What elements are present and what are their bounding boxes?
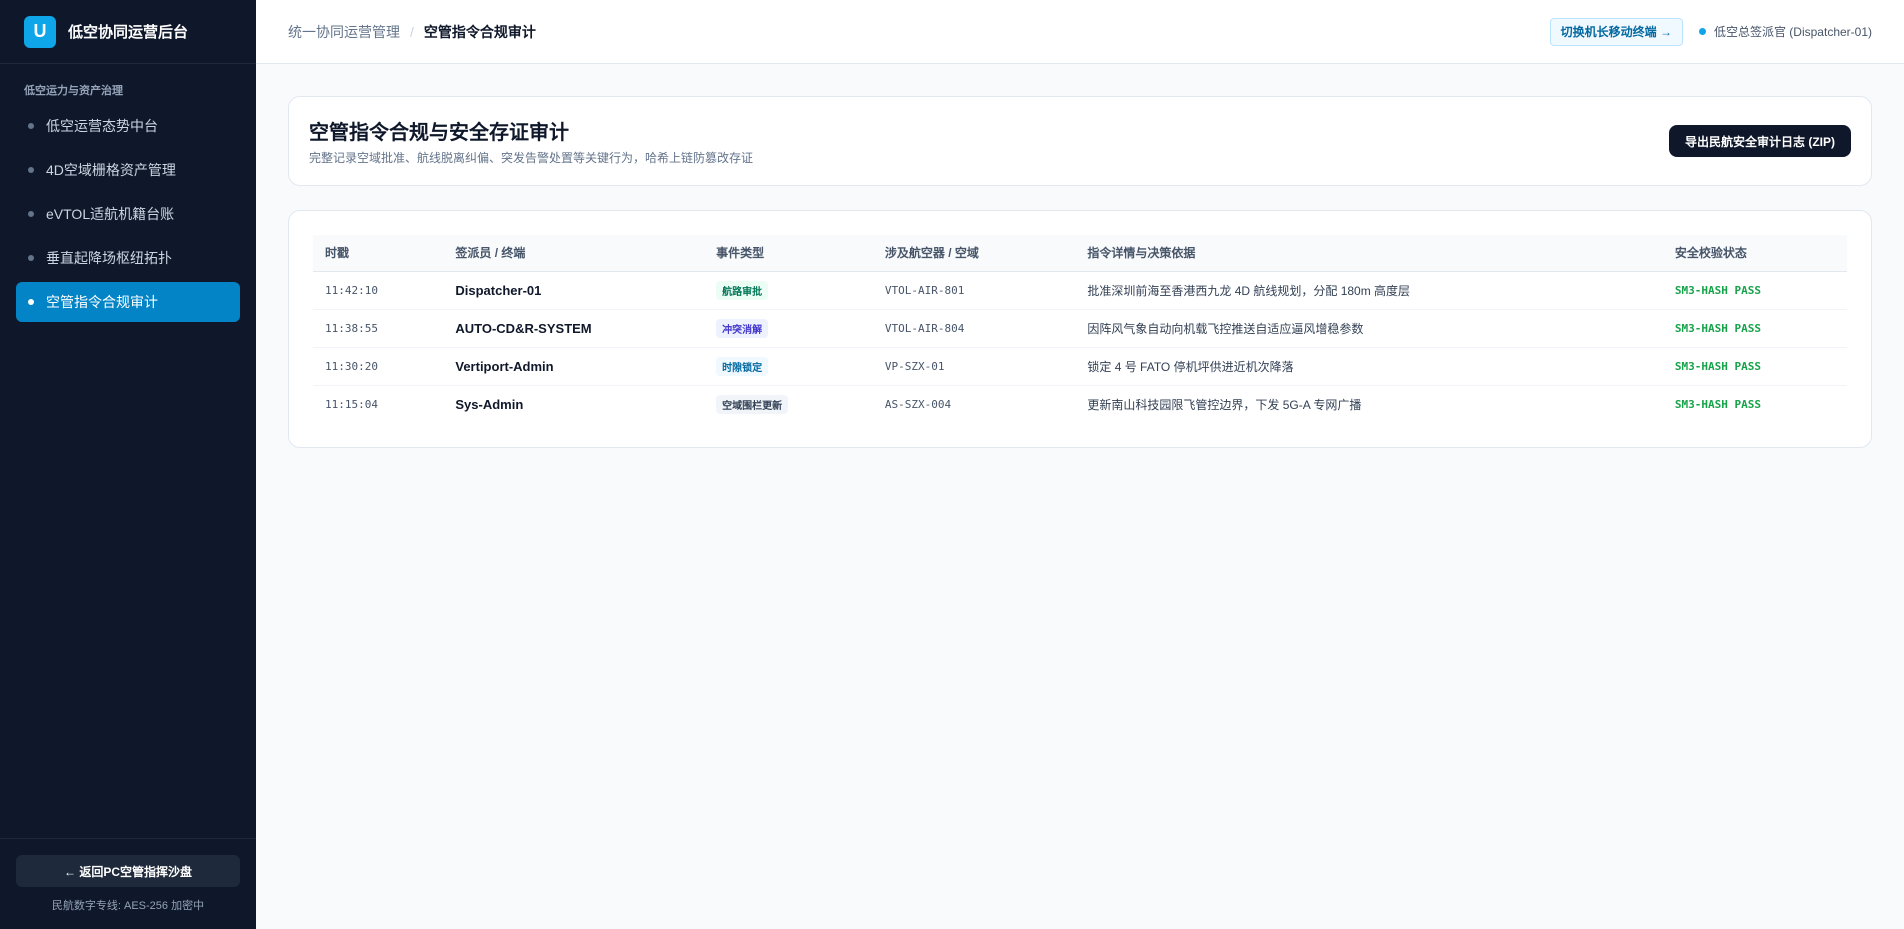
- cell-target: VP-SZX-01: [872, 347, 1076, 386]
- sidebar-item-label: 4D空域栅格资产管理: [46, 162, 176, 178]
- table-row[interactable]: 11:42:10 Dispatcher-01 航路审批 VTOL-AIR-801…: [313, 271, 1847, 310]
- encryption-note: 民航数字专线: AES-256 加密中: [51, 900, 205, 912]
- sidebar-item-vertiport-topology[interactable]: 垂直起降场枢纽拓扑: [16, 238, 240, 278]
- sidebar-item-evtol-registry[interactable]: eVTOL适航机籍台账: [16, 194, 240, 234]
- cell-status: SM3-HASH PASS: [1662, 309, 1847, 348]
- cell-detail: 更新南山科技园限飞管控边界，下发 5G-A 专网广播: [1087, 397, 1362, 412]
- sidebar-item-airspace-grid[interactable]: 4D空域栅格资产管理: [16, 150, 240, 190]
- cell-detail: 批准深圳前海至香港西九龙 4D 航线规划，分配 180m 高度层: [1075, 271, 1663, 310]
- table-row[interactable]: 11:15:04 Sys-Admin 空域围栏更新 AS-SZX-004 更新南…: [313, 385, 1847, 423]
- column-header-status: 安全校验状态: [1662, 235, 1847, 272]
- cell-event: 航路审批: [704, 271, 873, 310]
- column-header-time: 时戳: [313, 235, 444, 272]
- column-header-operator: 签派员 / 终端: [443, 235, 705, 272]
- page-header-text: 空管指令合规与安全存证审计 完整记录空域批准、航线脱离纠偏、突发告警处置等关键行…: [309, 116, 753, 166]
- bullet-icon: [28, 255, 34, 261]
- breadcrumb-separator: /: [410, 23, 414, 40]
- cell-detail: 因阵风气象自动向机载飞控推送自适应逼风增稳参数: [1075, 309, 1663, 348]
- table-row[interactable]: 11:30:20 Vertiport-Admin 时隙锁定 VP-SZX-01 …: [313, 347, 1847, 386]
- brand: U 低空协同运营后台: [0, 0, 256, 64]
- cell-time: 11:38:55: [313, 309, 444, 348]
- sidebar-item-label: eVTOL适航机籍台账: [46, 206, 175, 222]
- event-type-badge: 航路审批: [716, 280, 769, 300]
- cell-operator: Dispatcher-01: [443, 271, 705, 310]
- bullet-icon: [28, 211, 34, 217]
- brand-title: 低空协同运营后台: [68, 24, 189, 41]
- breadcrumb-current: 空管指令合规审计: [423, 23, 536, 40]
- topbar: 统一协同运营管理 / 空管指令合规审计 切换机长移动终端 → 低空总签派官 (D…: [256, 0, 1904, 64]
- page-title: 空管指令合规与安全存证审计: [309, 122, 569, 144]
- sidebar: U 低空协同运营后台 低空运力与资产治理 低空运营态势中台 4D空域栅格资产管理…: [0, 0, 256, 929]
- cell-detail: 锁定 4 号 FATO 停机坪供进近机次降落: [1075, 347, 1663, 386]
- page-subtitle: 完整记录空域批准、航线脱离纠偏、突发告警处置等关键行为，哈希上链防篡改存证: [309, 151, 754, 165]
- column-header-event-type: 事件类型: [704, 235, 873, 272]
- content: 空管指令合规与安全存证审计 完整记录空域批准、航线脱离纠偏、突发告警处置等关键行…: [256, 64, 1904, 480]
- sidebar-footer: ← 返回PC空管指挥沙盘 民航数字专线: AES-256 加密中: [0, 838, 256, 929]
- switch-mobile-terminal-button[interactable]: 切换机长移动终端 →: [1549, 17, 1683, 46]
- table-header-row: 时戳 签派员 / 终端 事件类型 涉及航空器 / 空域 指令详情与决策依据 安全…: [313, 235, 1847, 272]
- bullet-icon: [28, 123, 34, 129]
- column-header-target: 涉及航空器 / 空域: [872, 235, 1076, 272]
- page-header-card: 空管指令合规与安全存证审计 完整记录空域批准、航线脱离纠偏、突发告警处置等关键行…: [288, 96, 1872, 186]
- table-row[interactable]: 11:38:55 AUTO-CD&R-SYSTEM 冲突消解 VTOL-AIR-…: [313, 309, 1847, 348]
- cell-time: 11:30:20: [313, 347, 444, 386]
- cell-status: SM3-HASH PASS: [1662, 347, 1847, 386]
- cell-operator: Vertiport-Admin: [443, 347, 705, 386]
- sidebar-item-label: 垂直起降场枢纽拓扑: [46, 250, 172, 266]
- online-status-icon: [1698, 28, 1706, 35]
- bullet-icon: [28, 167, 34, 173]
- cell-time: 11:42:10: [313, 271, 444, 310]
- topbar-right: 切换机长移动终端 → 低空总签派官 (Dispatcher-01): [1549, 17, 1872, 46]
- back-to-sandbox-button[interactable]: ← 返回PC空管指挥沙盘: [16, 855, 240, 887]
- cell-operator: Sys-Admin: [455, 396, 524, 412]
- cell-event: 空域围栏更新: [704, 385, 873, 423]
- event-type-badge: 时隙锁定: [716, 356, 769, 376]
- cell-operator: AUTO-CD&R-SYSTEM: [443, 309, 705, 348]
- event-type-badge: 冲突消解: [716, 318, 769, 338]
- main-area: 统一协同运营管理 / 空管指令合规审计 切换机长移动终端 → 低空总签派官 (D…: [256, 0, 1904, 929]
- audit-table: 时戳 签派员 / 终端 事件类型 涉及航空器 / 空域 指令详情与决策依据 安全…: [313, 235, 1847, 423]
- sidebar-item-compliance-audit[interactable]: 空管指令合规审计: [16, 282, 240, 322]
- cell-status: SM3-HASH PASS: [1674, 397, 1761, 411]
- column-header-detail: 指令详情与决策依据: [1075, 235, 1663, 272]
- nav-section-title: 低空运力与资产治理: [24, 85, 123, 97]
- cell-target: VTOL-AIR-804: [872, 309, 1076, 348]
- breadcrumb-parent[interactable]: 统一协同运营管理: [288, 22, 400, 42]
- bullet-icon: [28, 299, 34, 305]
- cell-status: SM3-HASH PASS: [1662, 271, 1847, 310]
- event-type-badge: 空域围栏更新: [716, 394, 789, 414]
- export-audit-log-button[interactable]: 导出民航安全审计日志 (ZIP): [1669, 125, 1851, 157]
- sidebar-nav: 低空运力与资产治理 低空运营态势中台 4D空域栅格资产管理 eVTOL适航机籍台…: [0, 64, 256, 838]
- breadcrumb: 统一协同运营管理 / 空管指令合规审计: [288, 22, 536, 42]
- user-status: 低空总签派官 (Dispatcher-01): [1698, 23, 1872, 40]
- sidebar-item-label: 低空运营态势中台: [46, 118, 158, 134]
- cell-target: AS-SZX-004: [884, 397, 952, 411]
- brand-logo: U: [24, 15, 56, 48]
- sidebar-item-label: 空管指令合规审计: [46, 294, 158, 310]
- cell-time: 11:15:04: [325, 397, 378, 411]
- cell-event: 冲突消解: [704, 309, 873, 348]
- sidebar-item-ops-dashboard[interactable]: 低空运营态势中台: [16, 106, 240, 146]
- cell-event: 时隙锁定: [704, 347, 873, 386]
- cell-target: VTOL-AIR-801: [872, 271, 1076, 310]
- audit-table-card: 时戳 签派员 / 终端 事件类型 涉及航空器 / 空域 指令详情与决策依据 安全…: [288, 210, 1872, 448]
- user-label: 低空总签派官 (Dispatcher-01): [1713, 25, 1872, 39]
